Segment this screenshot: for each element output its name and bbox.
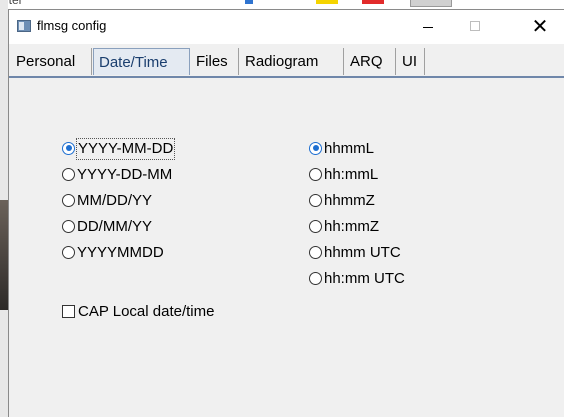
tab-arq[interactable]: ARQ [345, 48, 396, 75]
date-option-yyyymmdd[interactable]: YYYYMMDD [62, 243, 164, 263]
tab-ui[interactable]: UI [397, 48, 425, 75]
time-option-hh-mm-utc[interactable]: hh:mm UTC [309, 269, 405, 289]
radio-icon[interactable] [309, 167, 322, 181]
minimize-button[interactable] [405, 10, 451, 44]
minimize-icon [423, 27, 433, 28]
tab-radiogram[interactable]: Radiogram [240, 48, 344, 75]
radio-selected-icon[interactable] [62, 141, 75, 155]
date-option-yyyy-mm-dd[interactable]: YYYY-MM-DD [62, 138, 176, 160]
background-window-fragment: nter [0, 0, 564, 9]
background-gray-mark [410, 0, 452, 7]
background-red-mark [362, 0, 384, 4]
radio-selected-icon[interactable] [309, 141, 322, 155]
config-window: flmsg config ✕ Personal Date/Time Files … [8, 9, 564, 417]
radio-label: hhmmL [324, 140, 375, 157]
cap-local-checkbox-row[interactable]: CAP Local date/time [62, 302, 214, 322]
radio-icon[interactable] [62, 245, 75, 259]
time-option-hh-mmz[interactable]: hh:mmZ [309, 217, 379, 237]
background-photo [0, 200, 8, 310]
date-option-dd-mm-yy[interactable]: DD/MM/YY [62, 217, 152, 237]
radio-icon[interactable] [62, 167, 75, 181]
close-button[interactable]: ✕ [517, 10, 563, 44]
radio-icon[interactable] [309, 193, 322, 207]
radio-label: hhmm UTC [324, 244, 401, 261]
radio-label: YYYY-DD-MM [77, 166, 173, 183]
window-title: flmsg config [37, 18, 107, 33]
tab-files[interactable]: Files [191, 48, 239, 75]
radio-label: hh:mm UTC [324, 270, 405, 287]
background-left-strip [0, 0, 8, 417]
title-bar[interactable]: flmsg config ✕ [9, 10, 564, 44]
radio-label: hh:mmL [324, 166, 379, 183]
radio-label: hhmmZ [324, 192, 375, 209]
radio-icon[interactable] [62, 219, 75, 233]
radio-icon[interactable] [309, 219, 322, 233]
time-option-hh-mml[interactable]: hh:mmL [309, 165, 378, 185]
date-option-mm-dd-yy[interactable]: MM/DD/YY [62, 191, 152, 211]
radio-label: YYYY-MM-DD [75, 138, 176, 160]
date-option-yyyy-dd-mm[interactable]: YYYY-DD-MM [62, 165, 172, 185]
radio-icon[interactable] [62, 193, 75, 207]
close-icon: ✕ [531, 16, 549, 38]
time-option-hhmm-utc[interactable]: hhmm UTC [309, 243, 401, 263]
background-blue-mark [245, 0, 253, 4]
tab-bar: Personal Date/Time Files Radiogram ARQ U… [9, 45, 564, 77]
time-option-hhmml[interactable]: hhmmL [309, 139, 374, 159]
background-yellow-mark [316, 0, 338, 4]
date-time-panel: YYYY-MM-DD YYYY-DD-MM MM/DD/YY DD/MM/YY … [9, 78, 564, 417]
tab-personal[interactable]: Personal [11, 48, 92, 75]
radio-icon[interactable] [309, 271, 322, 285]
app-icon [17, 20, 31, 32]
time-option-hhmmz[interactable]: hhmmZ [309, 191, 375, 211]
radio-label: hh:mmZ [324, 218, 380, 235]
radio-icon[interactable] [309, 245, 322, 259]
maximize-icon [470, 21, 480, 31]
radio-label: DD/MM/YY [77, 218, 152, 235]
radio-label: YYYYMMDD [77, 244, 164, 261]
radio-label: MM/DD/YY [77, 192, 152, 209]
cap-local-label: CAP Local date/time [78, 303, 215, 320]
tab-date-time[interactable]: Date/Time [93, 48, 190, 75]
maximize-button[interactable] [452, 10, 498, 44]
cap-local-checkbox[interactable] [62, 304, 75, 318]
screen: nter flmsg config ✕ Personal Date/Time F… [0, 0, 564, 417]
